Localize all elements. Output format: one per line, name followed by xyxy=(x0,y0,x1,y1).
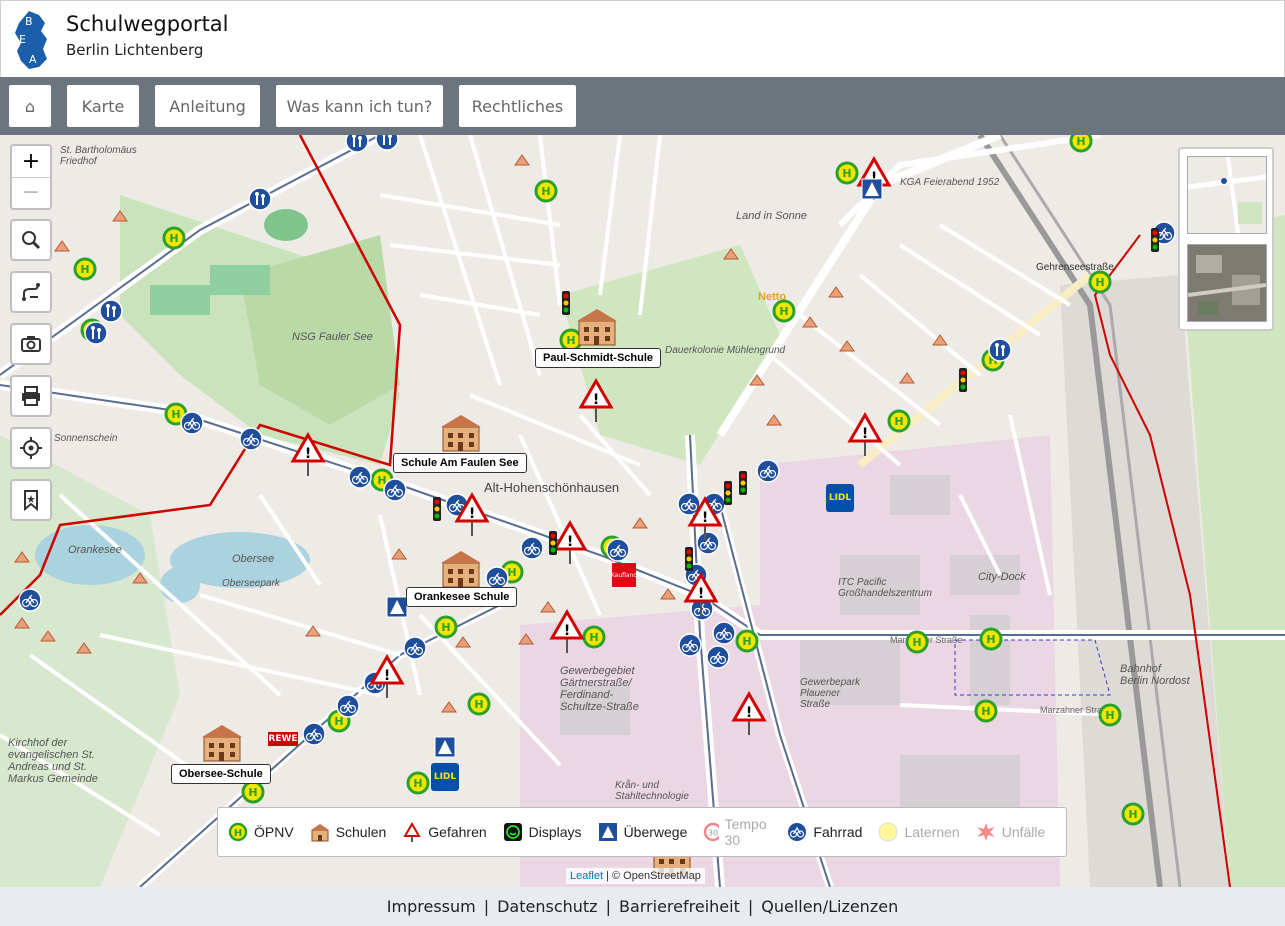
logo-letter-a: A xyxy=(29,53,37,66)
footer-link-datenschutz[interactable]: Datenschutz xyxy=(497,897,597,916)
app-subtitle: Berlin Lichtenberg xyxy=(66,41,204,59)
legend-item-laternen[interactable]: Laternen xyxy=(878,822,960,842)
legend-item-tempo30[interactable]: 30 Tempo 30 xyxy=(703,816,771,848)
app-title: Schulwegportal xyxy=(66,12,229,36)
legend-label: Tempo 30 xyxy=(724,816,767,848)
footer-link-barrierefreiheit[interactable]: Barrierefreiheit xyxy=(619,897,740,916)
lantern-icon xyxy=(878,822,898,842)
nav-rechtliches[interactable]: Rechtliches xyxy=(459,85,576,127)
bookmark-button[interactable] xyxy=(10,479,52,521)
legend-item-gefahren[interactable]: Gefahren xyxy=(402,822,487,842)
footer-link-quellen[interactable]: Quellen/Lizenzen xyxy=(761,897,898,916)
house-icon: ⌂ xyxy=(24,96,36,116)
bookmark-icon xyxy=(24,490,38,511)
hazard-icon xyxy=(291,157,891,737)
legend-item-fahrrad[interactable]: Fahrrad xyxy=(787,822,862,842)
logo-letter-e: E xyxy=(19,33,26,46)
school-label[interactable]: Paul-Schmidt-Schule xyxy=(535,348,662,368)
map-view[interactable]: NSG Fauler See Alt-Hohenschönhausen Oran… xyxy=(0,135,1285,887)
tempo30-icon: 30 xyxy=(704,822,719,842)
footer-separator: | xyxy=(605,897,611,916)
attribution-separator: | xyxy=(606,870,609,882)
legend-item-displays[interactable]: Displays xyxy=(503,822,582,842)
map-legend: H ÖPNV Schulen Gefahren Displays Überweg… xyxy=(217,807,1067,857)
legend-item-oepnv[interactable]: H ÖPNV xyxy=(228,822,294,842)
bicycle-icon xyxy=(18,221,1176,746)
print-icon xyxy=(22,386,40,406)
legend-label: Displays xyxy=(528,824,582,840)
camera-button[interactable] xyxy=(10,323,52,365)
app-header: B E A Schulwegportal Berlin Lichtenberg xyxy=(0,0,1285,78)
legend-label: Gefahren xyxy=(428,824,487,840)
spot-marker-icon xyxy=(14,154,948,713)
legend-label: Schulen xyxy=(335,824,387,840)
svg-text:H: H xyxy=(234,828,242,839)
print-button[interactable] xyxy=(10,375,52,417)
zoom-in-button[interactable]: + xyxy=(12,147,50,177)
bicycle-icon xyxy=(788,823,807,841)
locate-icon xyxy=(20,437,42,459)
zoom-control: + − xyxy=(10,144,52,210)
satellite-layer-thumbnail xyxy=(1187,245,1267,321)
map-layer-option[interactable] xyxy=(1187,156,1267,234)
page-footer: Impressum | Datenschutz | Barrierefreihe… xyxy=(0,887,1285,926)
zoom-out-button[interactable]: − xyxy=(12,176,50,208)
main-nav: ⌂ Karte Anleitung Was kann ich tun? Rech… xyxy=(0,77,1285,135)
search-icon xyxy=(22,231,41,250)
school-label[interactable]: Orankesee Schule xyxy=(406,587,518,607)
hazard-icon xyxy=(403,822,422,842)
school-label[interactable]: Schule Am Faulen See xyxy=(393,453,527,473)
crosswalk-icon xyxy=(598,823,617,841)
osm-credit: © OpenStreetMap xyxy=(612,870,701,882)
legend-label: Unfälle xyxy=(1001,824,1046,840)
route-icon xyxy=(22,283,40,301)
map-layer-thumbnail xyxy=(1187,156,1267,234)
school-label[interactable]: Obersee-Schule xyxy=(171,764,271,784)
footer-separator: | xyxy=(747,897,754,916)
logo-letter-b: B xyxy=(25,15,33,28)
satellite-layer-option[interactable] xyxy=(1187,244,1267,322)
locate-button[interactable] xyxy=(10,427,52,469)
nav-anleitung[interactable]: Anleitung xyxy=(155,85,260,127)
bus-stop-icon: H xyxy=(228,822,248,842)
legend-item-schulen[interactable]: Schulen xyxy=(310,822,387,842)
nav-was-kann-ich-tun[interactable]: Was kann ich tun? xyxy=(276,85,443,127)
accident-icon xyxy=(976,823,995,841)
camera-icon xyxy=(21,336,41,352)
legend-item-ueberwege[interactable]: Überwege xyxy=(598,822,688,842)
footer-separator: | xyxy=(483,897,490,916)
legend-label: Überwege xyxy=(623,824,688,840)
legend-label: Laternen xyxy=(904,824,960,840)
school-icon xyxy=(310,824,329,842)
bus-stop-icon xyxy=(73,135,1145,826)
map-attribution: Leaflet | © OpenStreetMap xyxy=(566,868,705,884)
footer-link-impressum[interactable]: Impressum xyxy=(387,897,476,916)
legend-label: Fahrrad xyxy=(813,824,863,840)
traffic-light-icon xyxy=(433,228,1159,571)
layer-switcher xyxy=(1178,147,1274,331)
legend-label: ÖPNV xyxy=(254,824,294,840)
leaflet-link[interactable]: Leaflet xyxy=(570,870,603,882)
search-button[interactable] xyxy=(10,219,52,261)
route-button[interactable] xyxy=(10,271,52,313)
berlin-logo: B E A xyxy=(15,11,47,69)
svg-text:30: 30 xyxy=(708,829,718,838)
legend-item-unfaelle[interactable]: Unfälle xyxy=(976,822,1046,842)
nav-karte[interactable]: Karte xyxy=(67,85,139,127)
nav-home-button[interactable]: ⌂ xyxy=(9,85,51,127)
display-icon xyxy=(503,823,522,841)
